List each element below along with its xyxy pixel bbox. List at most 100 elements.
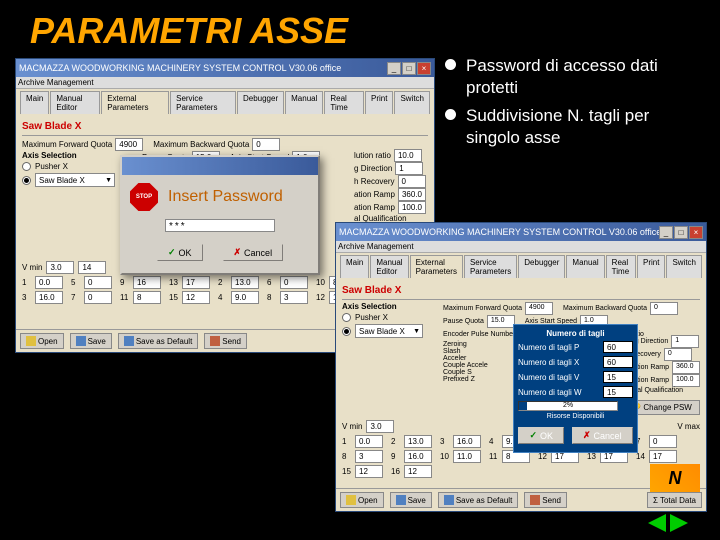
menu-item[interactable]: Archive Management <box>18 78 94 87</box>
field-max-bwd[interactable]: 0 <box>650 302 678 315</box>
tab-debugger[interactable]: Debugger <box>518 255 565 278</box>
tab-main[interactable]: Main <box>20 91 49 114</box>
dropdown-sawblade[interactable]: Saw Blade X <box>35 173 115 187</box>
field-ramp2[interactable]: 100.0 <box>398 201 426 214</box>
tab-print[interactable]: Print <box>637 255 665 278</box>
close-button[interactable]: × <box>689 226 703 239</box>
field-recovery[interactable]: 0 <box>664 348 692 361</box>
sigma-icon: Σ <box>653 496 658 505</box>
ok-button[interactable]: ✓OK <box>157 244 203 261</box>
grid-val[interactable]: 16 <box>133 276 161 289</box>
password-input[interactable]: *** <box>165 219 275 232</box>
grid-val[interactable]: 3 <box>280 291 308 304</box>
window-title: MACMAZZA WOODWORKING MACHINERY SYSTEM CO… <box>19 63 387 73</box>
save-button[interactable]: Save <box>70 333 112 349</box>
send-button[interactable]: Send <box>524 492 567 508</box>
tab-switch[interactable]: Switch <box>666 255 702 278</box>
next-arrow-icon[interactable] <box>670 514 690 532</box>
field-ramp1[interactable]: 360.0 <box>672 361 700 374</box>
tab-realtime[interactable]: Real Time <box>324 91 364 114</box>
grid-val[interactable]: 17 <box>182 276 210 289</box>
radio-pusher-label: Pusher X <box>355 313 388 322</box>
vmin-field[interactable]: 3.0 <box>46 261 74 274</box>
grid-val[interactable]: 12 <box>404 465 432 478</box>
cuts-v-field[interactable]: 15 <box>603 371 633 383</box>
save-default-button[interactable]: Save as Default <box>438 492 518 508</box>
tab-external-params[interactable]: External Parameters <box>410 255 463 278</box>
radio-sawblade[interactable] <box>22 176 31 185</box>
grid-val[interactable]: 8 <box>133 291 161 304</box>
grid-val[interactable]: 13.0 <box>231 276 259 289</box>
grid-val[interactable]: 9.0 <box>231 291 259 304</box>
grid-val[interactable]: 13.0 <box>404 435 432 448</box>
tab-service-params[interactable]: Service Parameters <box>464 255 517 278</box>
open-button[interactable]: Open <box>20 333 64 349</box>
field-pause[interactable]: 15.0 <box>487 315 515 328</box>
grid-val[interactable]: 3 <box>355 450 383 463</box>
field-max-fwd[interactable]: 4900 <box>115 138 143 151</box>
tab-manual-editor[interactable]: Manual Editor <box>50 91 100 114</box>
grid-val[interactable]: 12 <box>355 465 383 478</box>
cancel-button[interactable]: ✗Cancel <box>572 427 633 444</box>
tab-print[interactable]: Print <box>365 91 393 114</box>
grid-val[interactable]: 0 <box>649 435 677 448</box>
tab-external-params[interactable]: External Parameters <box>101 91 169 114</box>
titlebar[interactable]: MACMAZZA WOODWORKING MACHINERY SYSTEM CO… <box>16 59 434 77</box>
grid-val[interactable]: 16.0 <box>35 291 63 304</box>
minimize-button[interactable]: _ <box>387 62 401 75</box>
tab-switch[interactable]: Switch <box>394 91 430 114</box>
minimize-button[interactable]: _ <box>659 226 673 239</box>
field-max-fwd[interactable]: 4900 <box>525 302 553 315</box>
maximize-button[interactable]: □ <box>402 62 416 75</box>
total-data-button[interactable]: ΣTotal Data <box>647 492 702 508</box>
radio-sawblade[interactable] <box>342 327 351 336</box>
radio-pusher[interactable] <box>342 313 351 322</box>
vmin-field[interactable]: 3.0 <box>366 420 394 433</box>
ok-button[interactable]: ✓OK <box>518 427 564 444</box>
send-button[interactable]: Send <box>204 333 247 349</box>
titlebar[interactable]: MACMAZZA WOODWORKING MACHINERY SYSTEM CO… <box>336 223 706 241</box>
vmin2-field[interactable]: 14 <box>78 261 106 274</box>
tab-realtime[interactable]: Real Time <box>606 255 636 278</box>
cancel-button[interactable]: ✗Cancel <box>223 244 284 261</box>
dialog-titlebar[interactable] <box>122 157 318 175</box>
grid-val[interactable]: 0.0 <box>35 276 63 289</box>
grid-val[interactable]: 12 <box>182 291 210 304</box>
grid-val[interactable]: 0 <box>84 291 112 304</box>
grid-val[interactable]: 0 <box>84 276 112 289</box>
cuts-p-field[interactable]: 60 <box>603 341 633 353</box>
field-direction[interactable]: 1 <box>671 335 699 348</box>
field-solution-ratio[interactable]: 10.0 <box>394 149 422 162</box>
close-button[interactable]: × <box>417 62 431 75</box>
grid-val[interactable]: 17 <box>649 450 677 463</box>
resources-label: Risorse Disponibili <box>518 413 633 420</box>
save-button[interactable]: Save <box>390 492 432 508</box>
grid-val[interactable]: 0 <box>280 276 308 289</box>
label-max-fwd: Maximum Forward Quota <box>22 140 112 149</box>
tab-service-params[interactable]: Service Parameters <box>170 91 236 114</box>
grid-val[interactable]: 16.0 <box>453 435 481 448</box>
tab-manual[interactable]: Manual <box>285 91 323 114</box>
grid-val[interactable]: 11.0 <box>453 450 481 463</box>
open-button[interactable]: Open <box>340 492 384 508</box>
maximize-button[interactable]: □ <box>674 226 688 239</box>
tab-manual-editor[interactable]: Manual Editor <box>370 255 408 278</box>
send-icon <box>210 336 220 346</box>
tab-debugger[interactable]: Debugger <box>237 91 284 114</box>
grid-val[interactable]: 16.0 <box>404 450 432 463</box>
grid-val[interactable]: 0.0 <box>355 435 383 448</box>
dropdown-sawblade[interactable]: Saw Blade X <box>355 324 423 338</box>
field-ramp2[interactable]: 100.0 <box>672 374 700 387</box>
menu-item[interactable]: Archive Management <box>338 242 414 251</box>
radio-pusher[interactable] <box>22 162 31 171</box>
field-recovery[interactable]: 0 <box>398 175 426 188</box>
tab-main[interactable]: Main <box>340 255 369 278</box>
prev-arrow-icon[interactable] <box>646 514 666 532</box>
save-default-button[interactable]: Save as Default <box>118 333 198 349</box>
field-direction[interactable]: 1 <box>395 162 423 175</box>
cuts-w-field[interactable]: 15 <box>603 386 633 398</box>
field-max-bwd[interactable]: 0 <box>252 138 280 151</box>
cuts-x-field[interactable]: 60 <box>603 356 633 368</box>
field-ramp1[interactable]: 360.0 <box>398 188 426 201</box>
tab-manual[interactable]: Manual <box>566 255 604 278</box>
